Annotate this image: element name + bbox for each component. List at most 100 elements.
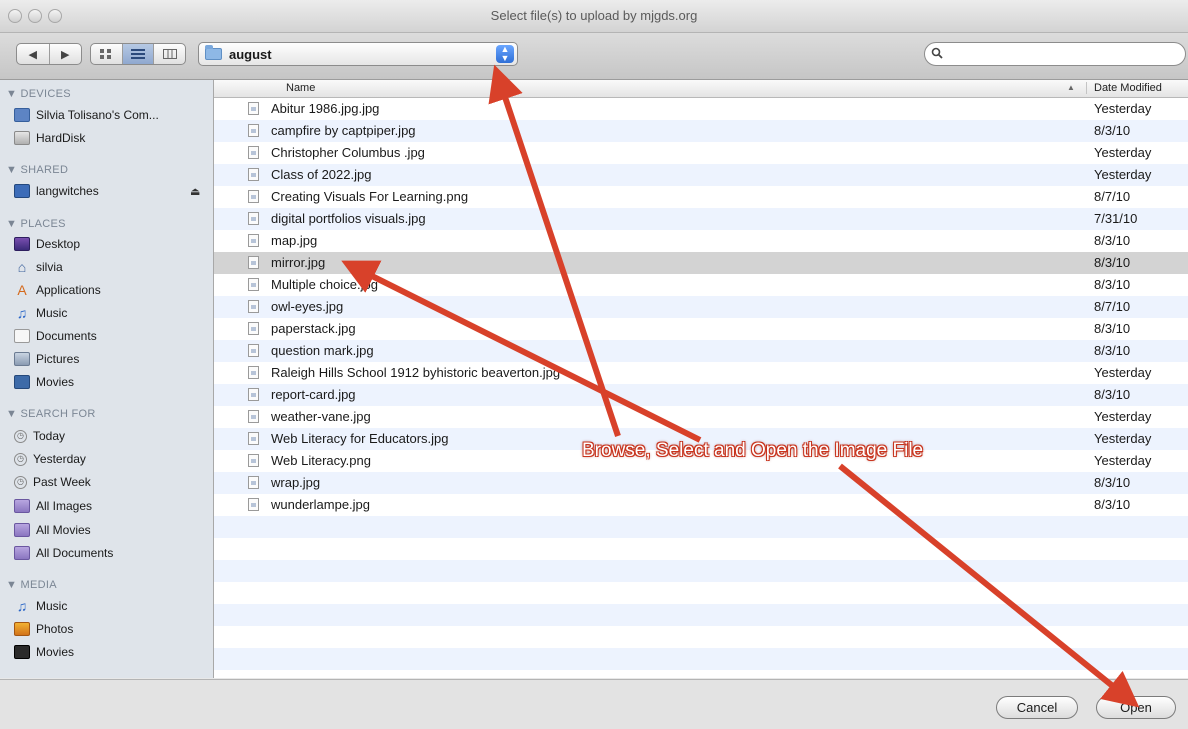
movies-icon (14, 645, 30, 659)
empty-row (214, 604, 1188, 626)
file-list[interactable]: Name ▲ Date Modified Abitur 1986.jpg.jpg… (214, 80, 1188, 678)
file-row[interactable]: report-card.jpg 8/3/10 (214, 384, 1188, 406)
sidebar-item-silvia-computer[interactable]: Silvia Tolisano's Com... (14, 104, 210, 126)
column-header-date-modified[interactable]: Date Modified (1086, 82, 1162, 94)
sidebar-item-pictures[interactable]: Pictures (14, 348, 210, 370)
file-name: Web Literacy.png (271, 453, 371, 468)
sidebar-item-harddisk[interactable]: HardDisk (14, 127, 210, 149)
file-row[interactable]: Creating Visuals For Learning.png 8/7/10 (214, 186, 1188, 208)
image-file-icon (248, 498, 259, 511)
sidebar-header-search-for: ▼ SEARCH FOR (6, 408, 96, 420)
image-file-icon (248, 234, 259, 247)
harddisk-icon (14, 131, 30, 145)
icon-view-icon (100, 49, 112, 59)
sidebar-item-label: silvia (36, 260, 63, 274)
file-date-modified: Yesterday (1094, 431, 1152, 446)
back-arrow-icon: ◀ (28, 48, 37, 61)
sidebar-item-langwitches[interactable]: langwitches ⏏ (14, 180, 210, 202)
file-row[interactable]: campfire by captpiper.jpg 8/3/10 (214, 120, 1188, 142)
empty-row (214, 648, 1188, 670)
sidebar-item-silvia[interactable]: ⌂ silvia (14, 256, 210, 278)
file-row[interactable]: Raleigh Hills School 1912 byhistoric bea… (214, 362, 1188, 384)
file-date-modified: Yesterday (1094, 453, 1152, 468)
list-view-button[interactable] (121, 44, 154, 64)
cancel-button[interactable]: Cancel (996, 696, 1078, 719)
image-file-icon (248, 344, 259, 357)
sidebar-item-movies[interactable]: Movies (14, 371, 210, 393)
pictures-icon (14, 352, 30, 366)
file-row[interactable]: question mark.jpg 8/3/10 (214, 340, 1188, 362)
folder-popup[interactable]: august ▲ ▼ (198, 42, 518, 66)
laptop-icon (14, 108, 30, 122)
search-input[interactable] (949, 45, 1183, 65)
file-row[interactable]: owl-eyes.jpg 8/7/10 (214, 296, 1188, 318)
file-name: owl-eyes.jpg (271, 299, 344, 314)
forward-button[interactable]: ▶ (48, 44, 82, 64)
file-name: mirror.jpg (271, 255, 326, 270)
documents-icon (14, 329, 30, 343)
sidebar-item-desktop[interactable]: Desktop (14, 233, 210, 255)
file-date-modified: 8/3/10 (1094, 475, 1131, 490)
sidebar-item-label: Past Week (33, 475, 91, 489)
sidebar-item-label: Today (33, 429, 66, 443)
file-name: report-card.jpg (271, 387, 356, 402)
file-row[interactable]: digital portfolios visuals.jpg 7/31/10 (214, 208, 1188, 230)
file-name: Christopher Columbus .jpg (271, 145, 425, 160)
file-name: weather-vane.jpg (271, 409, 371, 424)
eject-icon[interactable]: ⏏ (190, 185, 200, 198)
popup-arrows-icon: ▲ ▼ (496, 45, 514, 63)
file-row[interactable]: paperstack.jpg 8/3/10 (214, 318, 1188, 340)
file-row[interactable]: weather-vane.jpg Yesterday (214, 406, 1188, 428)
search-box[interactable] (924, 42, 1186, 66)
sidebar-item-all-documents[interactable]: All Documents (14, 542, 210, 564)
smart-folder-icon (14, 499, 30, 513)
column-view-icon (162, 49, 177, 59)
view-mode-control (90, 43, 186, 65)
sidebar-item-music[interactable]: ♫ Music (14, 302, 210, 324)
empty-row (214, 582, 1188, 604)
file-row[interactable]: wunderlampe.jpg 8/3/10 (214, 494, 1188, 516)
sidebar-item-media-music[interactable]: ♫ Music (14, 595, 210, 617)
smart-folder-icon (14, 546, 30, 560)
sidebar-item-all-movies[interactable]: All Movies (14, 519, 210, 541)
file-date-modified: 8/3/10 (1094, 255, 1131, 270)
file-date-modified: 8/7/10 (1094, 299, 1131, 314)
image-file-icon (248, 256, 259, 269)
file-name: Class of 2022.jpg (271, 167, 372, 182)
sidebar-item-photos[interactable]: Photos (14, 618, 210, 640)
open-button[interactable]: Open (1096, 696, 1176, 719)
file-row[interactable]: mirror.jpg 8/3/10 (214, 252, 1188, 274)
file-row[interactable]: map.jpg 8/3/10 (214, 230, 1188, 252)
file-date-modified: 8/3/10 (1094, 497, 1131, 512)
smart-folder-icon (14, 523, 30, 537)
sidebar-item-media-movies[interactable]: Movies (14, 641, 210, 663)
file-row[interactable]: Christopher Columbus .jpg Yesterday (214, 142, 1188, 164)
icon-view-button[interactable] (91, 44, 122, 64)
sidebar-item-today[interactable]: ◷ Today (14, 425, 210, 447)
image-file-icon (248, 366, 259, 379)
sidebar-item-label: Photos (36, 622, 74, 636)
file-name: Web Literacy for Educators.jpg (271, 431, 449, 446)
column-header-row: Name ▲ Date Modified (214, 80, 1188, 98)
sidebar-item-documents[interactable]: Documents (14, 325, 210, 347)
applications-icon: A (17, 282, 27, 298)
back-button[interactable]: ◀ (17, 44, 49, 64)
file-row[interactable]: wrap.jpg 8/3/10 (214, 472, 1188, 494)
column-view-button[interactable] (153, 44, 185, 64)
file-row[interactable]: Abitur 1986.jpg.jpg Yesterday (214, 98, 1188, 120)
forward-arrow-icon: ▶ (61, 48, 70, 61)
sidebar-item-past-week[interactable]: ◷ Past Week (14, 471, 210, 493)
file-date-modified: 8/3/10 (1094, 123, 1131, 138)
clock-icon: ◷ (14, 475, 27, 489)
sidebar-item-label: All Images (36, 499, 93, 513)
file-name: Creating Visuals For Learning.png (271, 189, 469, 204)
column-header-name[interactable]: Name (286, 82, 315, 94)
file-name: wunderlampe.jpg (271, 497, 371, 512)
file-row[interactable]: Class of 2022.jpg Yesterday (214, 164, 1188, 186)
file-row[interactable]: Multiple choice.jpg 8/3/10 (214, 274, 1188, 296)
image-file-icon (248, 322, 259, 335)
sidebar-item-yesterday[interactable]: ◷ Yesterday (14, 448, 210, 470)
file-date-modified: Yesterday (1094, 167, 1152, 182)
sidebar-item-all-images[interactable]: All Images (14, 495, 210, 517)
sidebar-item-applications[interactable]: A Applications (14, 279, 210, 301)
